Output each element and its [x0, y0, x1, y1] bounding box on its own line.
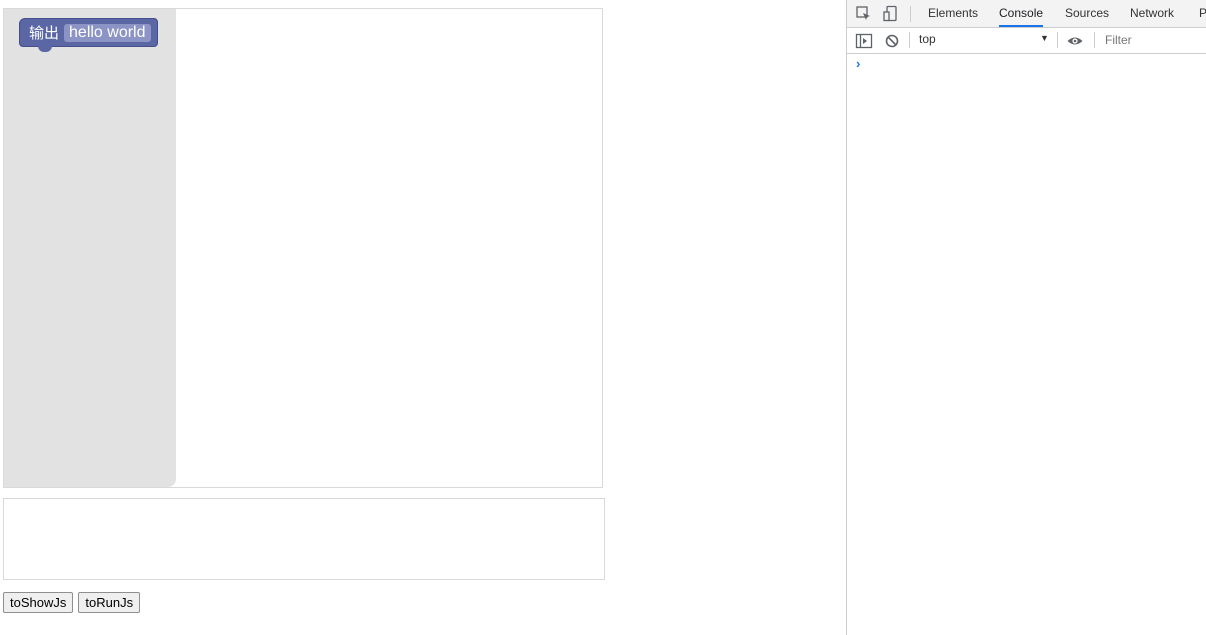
print-block-label: 输出 [29, 24, 60, 42]
tab-sources[interactable]: Sources [1065, 0, 1109, 27]
toolbar-separator [909, 32, 910, 48]
context-selector[interactable]: top [919, 32, 936, 46]
clear-console-icon[interactable] [883, 32, 901, 50]
print-block-text-field[interactable]: hello world [64, 23, 151, 42]
toolbar-separator [1094, 32, 1095, 48]
sidebar-toggle-icon[interactable] [855, 32, 873, 50]
devtools-panel: Elements Console Sources Network P [846, 0, 1206, 635]
inspect-element-icon[interactable] [855, 5, 873, 23]
action-buttons: toShowJs toRunJs [3, 592, 141, 613]
live-expression-eye-icon[interactable] [1066, 32, 1084, 50]
blockly-toolbox[interactable] [4, 9, 176, 487]
context-dropdown-caret-icon[interactable]: ▼ [1040, 33, 1049, 43]
toolbar-separator [1057, 32, 1058, 48]
devtools-separator [910, 6, 911, 22]
console-filter-input[interactable] [1099, 31, 1206, 49]
to-run-js-button[interactable]: toRunJs [78, 592, 141, 613]
console-prompt[interactable]: › [856, 56, 860, 71]
tab-console[interactable]: Console [999, 0, 1044, 27]
page: 输出 hello world toShowJs toRunJs Elements… [0, 0, 1206, 635]
blockly-workspace[interactable]: 输出 hello world [3, 8, 603, 488]
to-show-js-button[interactable]: toShowJs [3, 592, 74, 613]
tab-performance-truncated[interactable]: P [1199, 0, 1206, 27]
tab-network[interactable]: Network [1130, 0, 1174, 27]
code-output-textarea[interactable] [3, 498, 605, 580]
device-toggle-icon[interactable] [882, 5, 900, 23]
print-block[interactable]: 输出 hello world [19, 18, 158, 52]
devtools-tab-bar: Elements Console Sources Network P [847, 0, 1206, 28]
tab-elements[interactable]: Elements [928, 0, 978, 27]
console-toolbar: top ▼ [847, 28, 1206, 54]
